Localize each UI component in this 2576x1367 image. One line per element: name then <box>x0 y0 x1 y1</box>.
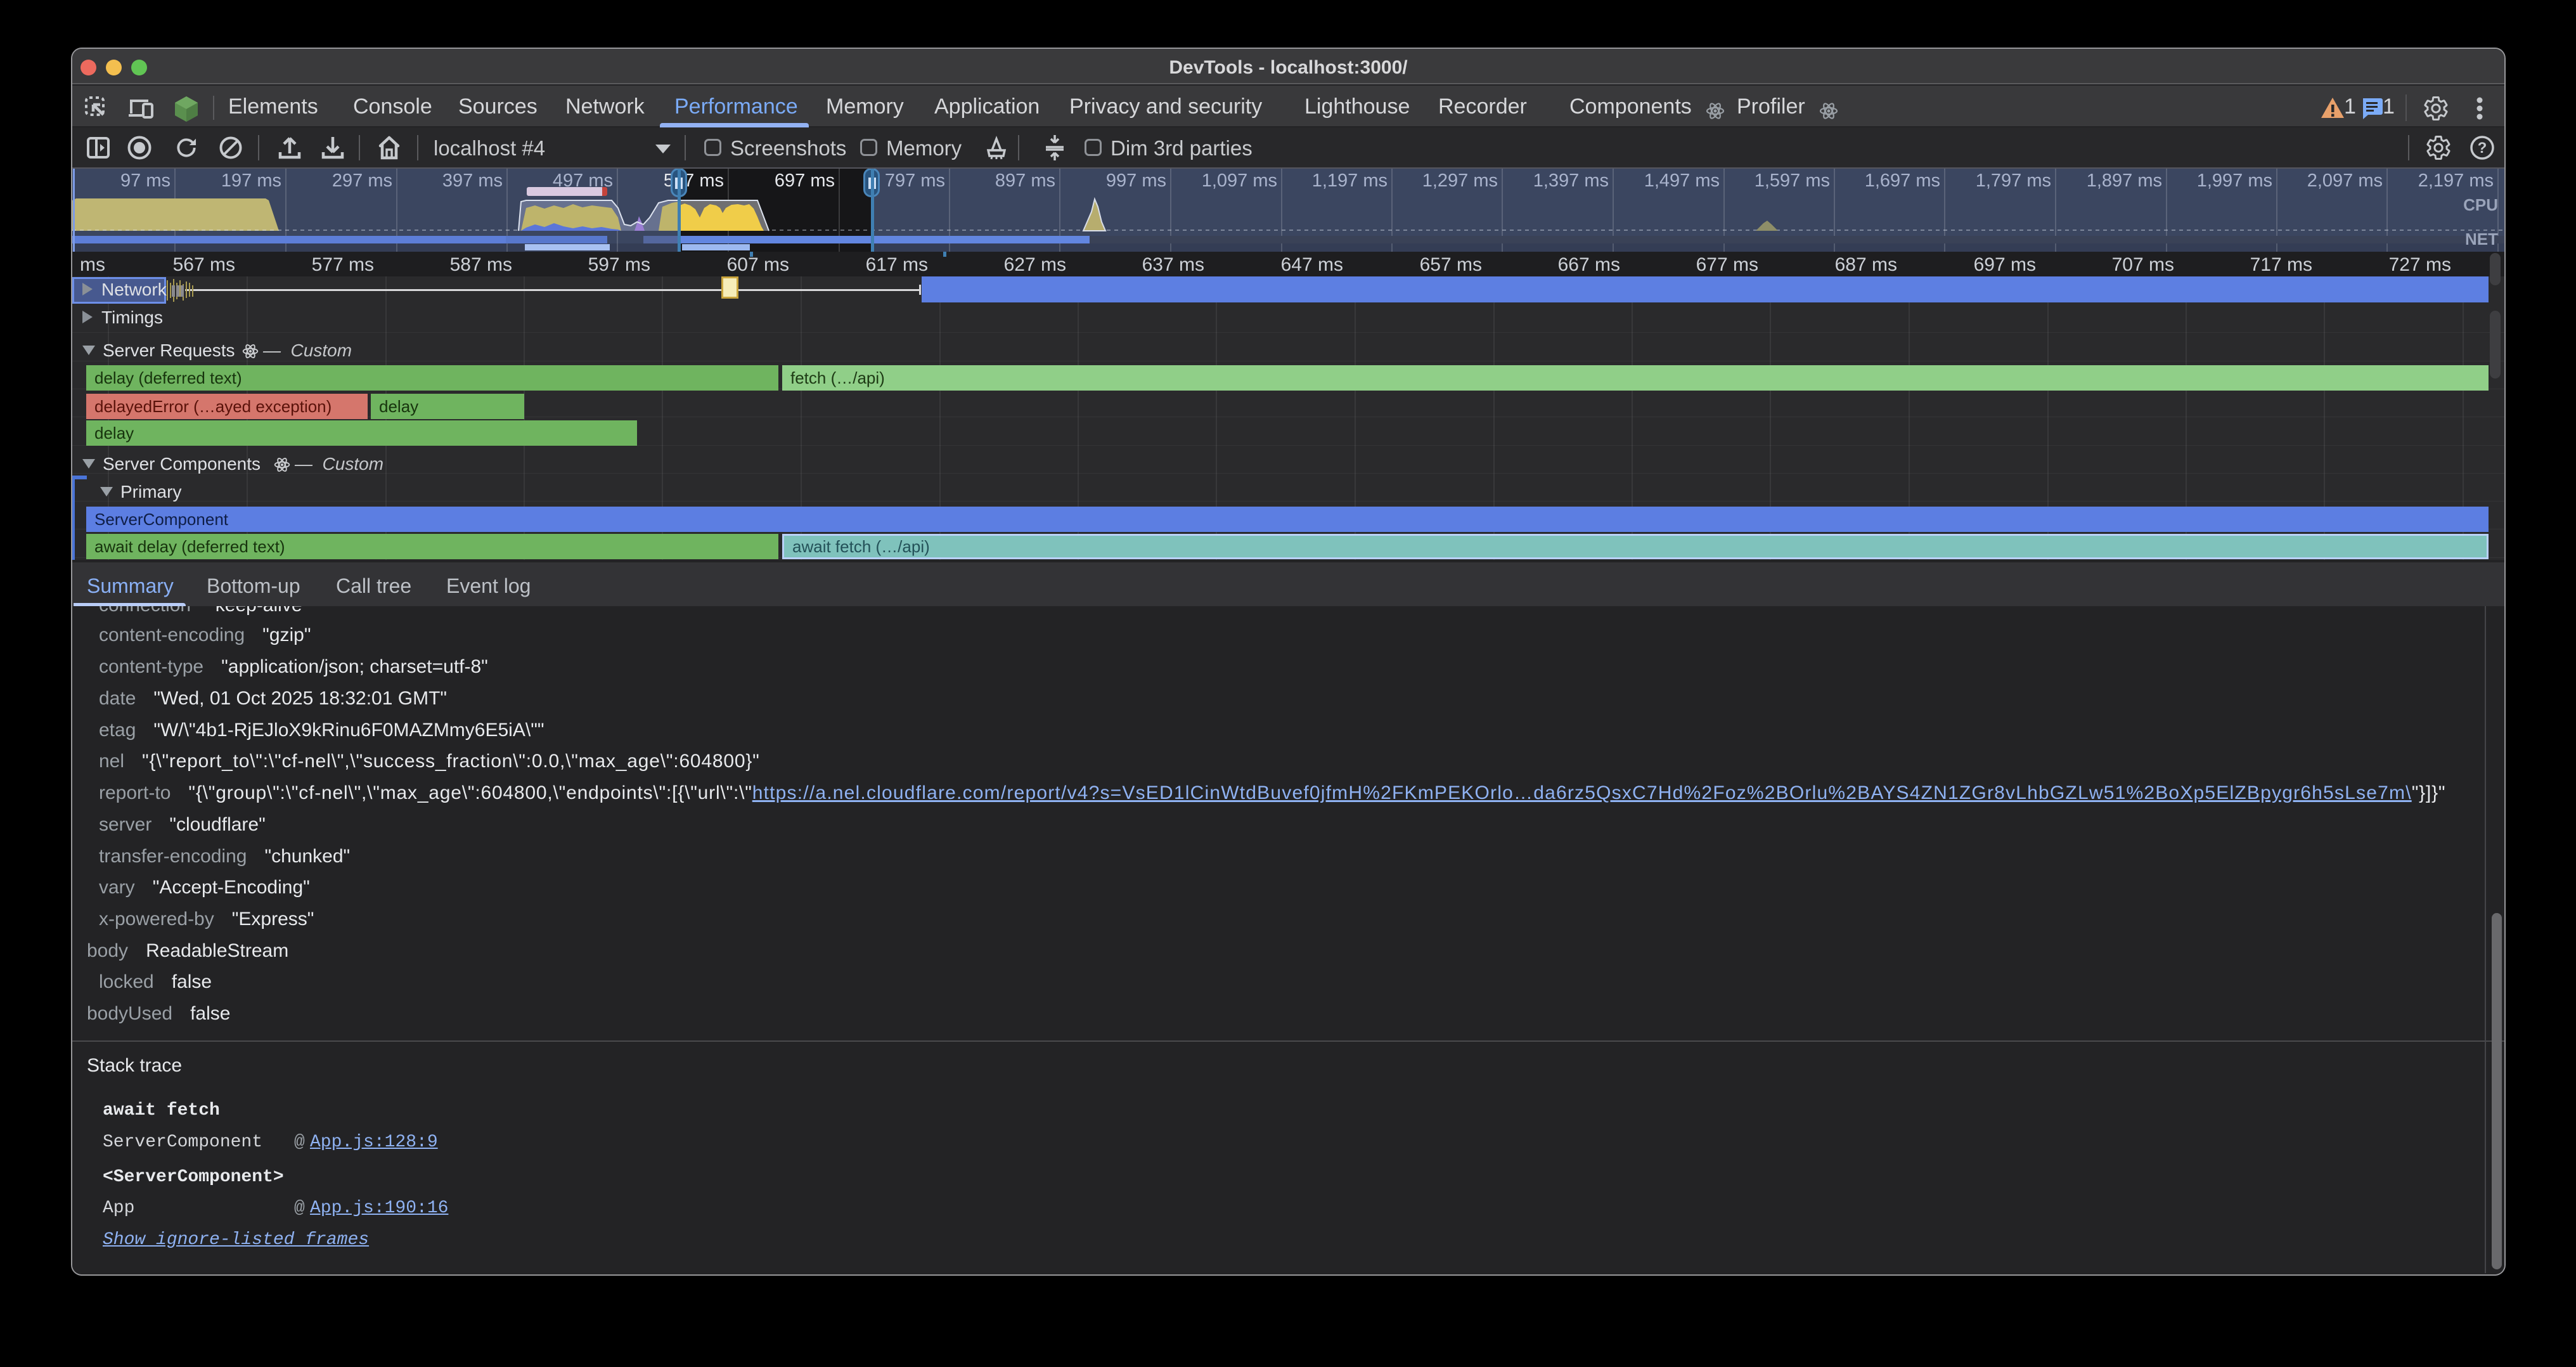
svg-text:?: ? <box>2478 139 2487 157</box>
